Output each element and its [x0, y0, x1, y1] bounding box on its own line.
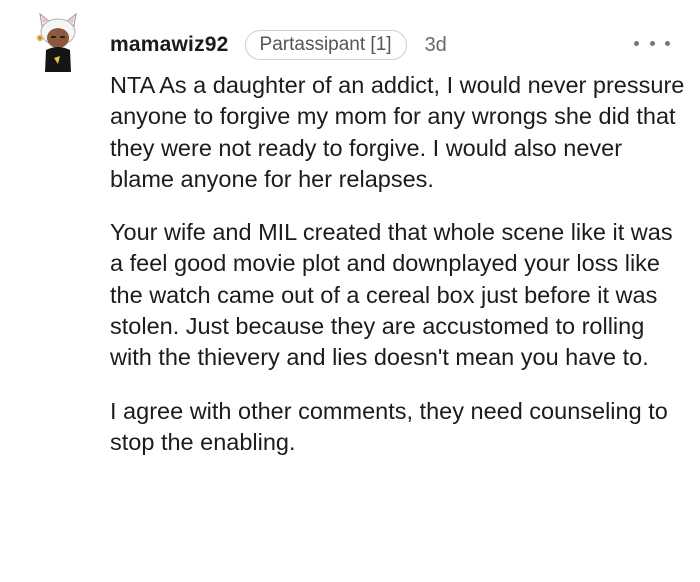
user-flair-badge: Partassipant [1] [244, 30, 407, 60]
comment-paragraph: NTA As a daughter of an addict, I would … [110, 72, 685, 192]
comment-timestamp[interactable]: 3d [425, 34, 447, 57]
comment-paragraph: I agree with other comments, they need c… [110, 397, 668, 455]
more-options-button[interactable] [634, 36, 670, 50]
more-dots-icon [649, 40, 655, 46]
comment-paragraph: Your wife and MIL created that whole sce… [110, 219, 673, 371]
user-avatar-icon[interactable] [34, 12, 82, 74]
comment-body: NTA As a daughter of an addict, I would … [110, 70, 685, 458]
more-dots-icon [634, 40, 639, 46]
comment-header: mamawiz92 Partassipant [1] 3d [110, 28, 447, 62]
comment: mamawiz92 Partassipant [1] 3d NTA As a d… [0, 0, 700, 582]
username-link[interactable]: mamawiz92 [110, 33, 229, 57]
more-dots-icon [665, 40, 670, 46]
